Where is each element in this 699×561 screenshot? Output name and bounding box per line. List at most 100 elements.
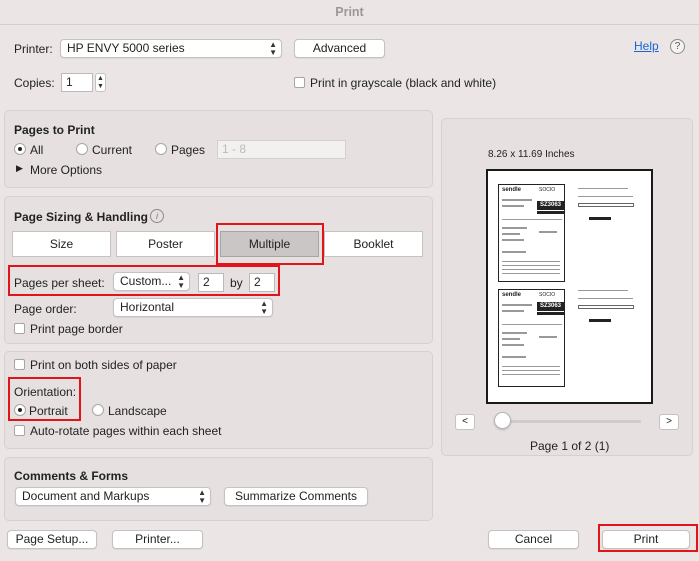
radio-current-label: Current (92, 143, 133, 157)
chevron-updown-icon: ▲ ▼ (260, 298, 268, 316)
advanced-button[interactable]: Advanced (294, 39, 385, 58)
slip-line (502, 199, 532, 201)
duplex-checkbox[interactable] (14, 359, 25, 370)
radio-pages-label: Pages (171, 143, 206, 157)
slip-line (502, 261, 560, 262)
slip-line (502, 366, 560, 367)
radio-all-label: All (30, 143, 44, 157)
page-sizing-title: Page Sizing & Handling (14, 210, 149, 224)
slip-barcode (537, 312, 564, 315)
slip-line (502, 219, 562, 220)
pages-to-print-title: Pages to Print (14, 123, 95, 137)
slip-brand: sendle (502, 187, 522, 193)
chevron-updown-icon: ▲ ▼ (198, 487, 206, 505)
slip-line (502, 356, 526, 358)
preview-table (578, 305, 634, 309)
page-order-value: Horizontal (120, 300, 175, 314)
slip-line (502, 251, 526, 253)
slip-line (502, 338, 520, 340)
print-border-label: Print page border (30, 322, 123, 336)
slip-line (502, 205, 524, 207)
help-icon[interactable]: ? (670, 39, 685, 54)
info-icon[interactable]: i (150, 209, 164, 223)
help-link[interactable]: Help (634, 39, 659, 53)
grayscale-checkbox[interactable] (294, 77, 305, 88)
slip-line (502, 370, 560, 371)
slip-line (539, 336, 557, 338)
copies-label: Copies: (14, 76, 55, 90)
disclosure-triangle-icon[interactable]: ▶ (16, 163, 23, 174)
slip-line (502, 344, 524, 346)
slip-line (502, 324, 562, 325)
paper-size-label: 8.26 x 11.69 Inches (488, 149, 575, 160)
tab-poster[interactable]: Poster (116, 231, 215, 257)
page-slider-thumb[interactable] (494, 412, 511, 429)
page-setup-button[interactable]: Page Setup... (7, 530, 97, 549)
printer-select-value: HP ENVY 5000 series (67, 41, 185, 55)
copies-stepper[interactable]: ▲ ▼ (95, 73, 106, 92)
radio-landscape[interactable] (92, 404, 104, 416)
slip-line (502, 269, 560, 270)
duplex-label: Print on both sides of paper (30, 358, 177, 372)
slip-line (502, 310, 524, 312)
slip-line (502, 332, 527, 334)
slip-line (502, 239, 524, 241)
slip-code: SZ3063 (537, 302, 564, 311)
preview-text-line (578, 196, 633, 197)
page-indicator: Page 1 of 2 (1) (530, 439, 610, 453)
tab-booklet[interactable]: Booklet (324, 231, 423, 257)
slip-line (502, 265, 560, 266)
printer-select[interactable]: HP ENVY 5000 series ▲ ▼ (60, 39, 282, 58)
auto-rotate-checkbox[interactable] (14, 425, 25, 436)
preview-sheet: sendle SOCIO SZ3063 sendle SOCIO SZ3063 (486, 169, 653, 404)
highlight-box-print (598, 524, 698, 552)
window-title: Print (0, 0, 699, 25)
slip-line (502, 233, 520, 235)
comments-select-value: Document and Markups (22, 489, 150, 503)
comments-title: Comments & Forms (14, 469, 129, 483)
preview-barcode (589, 217, 611, 220)
prev-page-button[interactable]: < (455, 414, 475, 430)
slip-code: SZ3063 (537, 201, 564, 210)
page-order-label: Page order: (14, 302, 77, 316)
radio-landscape-label: Landscape (108, 404, 167, 418)
printer-button[interactable]: Printer... (112, 530, 203, 549)
grayscale-label: Print in grayscale (black and white) (310, 76, 497, 90)
highlight-box-pages-per-sheet (8, 265, 280, 296)
tab-size[interactable]: Size (12, 231, 111, 257)
more-options-link[interactable]: More Options (30, 163, 102, 177)
radio-pages[interactable] (155, 143, 167, 155)
preview-barcode (589, 319, 611, 322)
preview-slip-top: sendle SOCIO SZ3063 (498, 184, 565, 282)
cancel-button[interactable]: Cancel (488, 530, 579, 549)
slip-line (502, 227, 527, 229)
page-range-input[interactable]: 1 - 8 (217, 140, 346, 159)
preview-text-line (578, 188, 628, 189)
summarize-comments-button[interactable]: Summarize Comments (224, 487, 368, 506)
slip-line (502, 374, 560, 375)
slip-brand: sendle (502, 292, 522, 298)
slip-brand2: SOCIO (539, 292, 556, 298)
slip-line (502, 273, 560, 274)
highlight-box-multiple (216, 223, 324, 265)
radio-all[interactable] (14, 143, 26, 155)
preview-text-line (578, 290, 628, 291)
print-border-checkbox[interactable] (14, 323, 25, 334)
copies-input[interactable]: 1 (61, 73, 93, 92)
highlight-box-orientation (8, 377, 81, 421)
page-order-select[interactable]: Horizontal ▲ ▼ (113, 298, 273, 317)
slip-line (539, 231, 557, 233)
printer-label: Printer: (14, 42, 53, 56)
slip-line (502, 304, 532, 306)
preview-table (578, 203, 634, 207)
comments-select[interactable]: Document and Markups ▲ ▼ (15, 487, 211, 506)
next-page-button[interactable]: > (659, 414, 679, 430)
slip-brand2: SOCIO (539, 187, 556, 193)
page-slider-track[interactable] (497, 420, 641, 423)
radio-current[interactable] (76, 143, 88, 155)
preview-slip-bottom: sendle SOCIO SZ3063 (498, 289, 565, 387)
chevron-updown-icon: ▲ ▼ (269, 39, 277, 57)
preview-text-line (578, 298, 633, 299)
auto-rotate-label: Auto-rotate pages within each sheet (30, 424, 222, 438)
slip-barcode (537, 211, 564, 214)
